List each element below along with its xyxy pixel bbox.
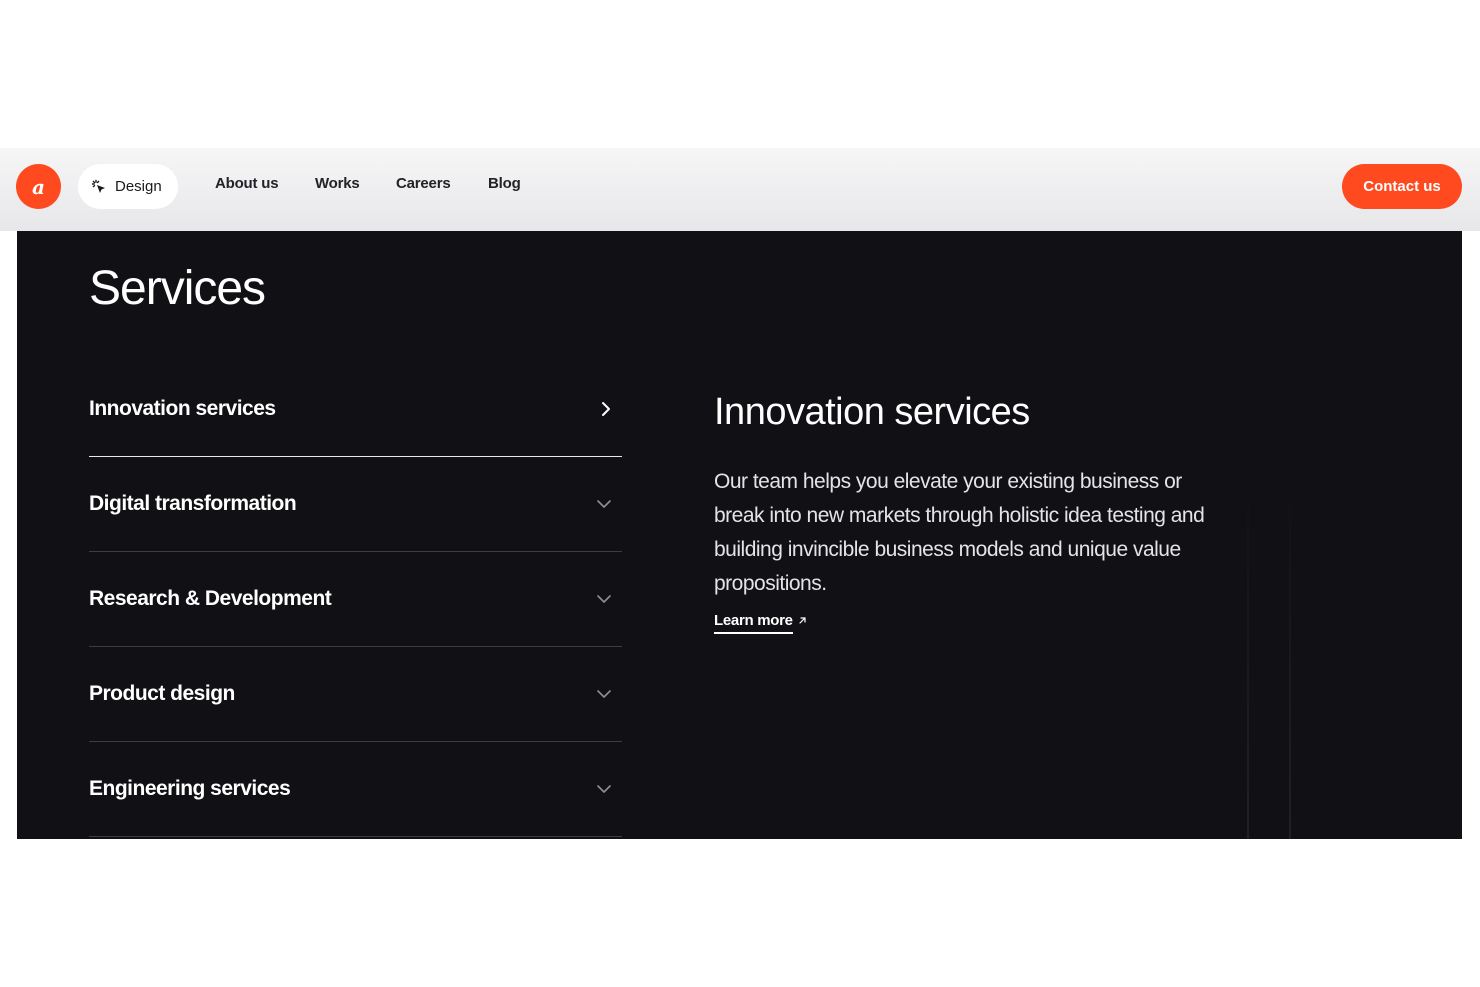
service-detail-description: Our team helps you elevate your existing…	[714, 470, 1205, 595]
chevron-down-icon	[597, 785, 611, 793]
arrow-up-right-icon	[799, 617, 806, 624]
decorative-line	[1289, 471, 1291, 839]
design-mode-button[interactable]: Design	[78, 164, 178, 209]
chevron-down-icon	[597, 595, 611, 603]
accordion-item-label: Research & Development	[89, 587, 332, 610]
accordion-item-label: Innovation services	[89, 397, 276, 420]
chevron-right-icon	[602, 402, 610, 416]
nav-careers[interactable]: Careers	[396, 175, 451, 192]
chevron-down-icon	[597, 500, 611, 508]
accordion-item-research-development[interactable]: Research & Development	[89, 552, 622, 647]
contact-us-button[interactable]: Contact us	[1342, 164, 1462, 209]
nav-works[interactable]: Works	[315, 175, 360, 192]
decorative-line	[1247, 471, 1249, 839]
sparkle-cursor-icon	[91, 179, 105, 193]
accordion-item-engineering-services[interactable]: Engineering services	[89, 742, 622, 837]
learn-more-label: Learn more	[714, 612, 793, 634]
chevron-down-icon	[597, 690, 611, 698]
brand-logo[interactable]: a	[16, 164, 61, 209]
services-section: Services Innovation services Digital tra…	[17, 231, 1462, 839]
accordion-item-label: Digital transformation	[89, 492, 297, 515]
nav-blog[interactable]: Blog	[488, 175, 521, 192]
design-mode-label: Design	[115, 178, 162, 195]
logo-letter: a	[32, 174, 45, 199]
accordion-item-innovation-services[interactable]: Innovation services	[89, 362, 622, 457]
accordion-item-label: Engineering services	[89, 777, 291, 800]
services-title: Services	[89, 262, 266, 315]
learn-more-link[interactable]: Learn more	[714, 612, 807, 634]
service-detail-title: Innovation services	[714, 391, 1030, 433]
accordion-item-product-design[interactable]: Product design	[89, 647, 622, 742]
nav-about-us[interactable]: About us	[215, 175, 279, 192]
accordion-item-label: Product design	[89, 682, 235, 705]
accordion-item-digital-transformation[interactable]: Digital transformation	[89, 457, 622, 552]
services-accordion: Innovation services Digital transformati…	[89, 362, 622, 837]
